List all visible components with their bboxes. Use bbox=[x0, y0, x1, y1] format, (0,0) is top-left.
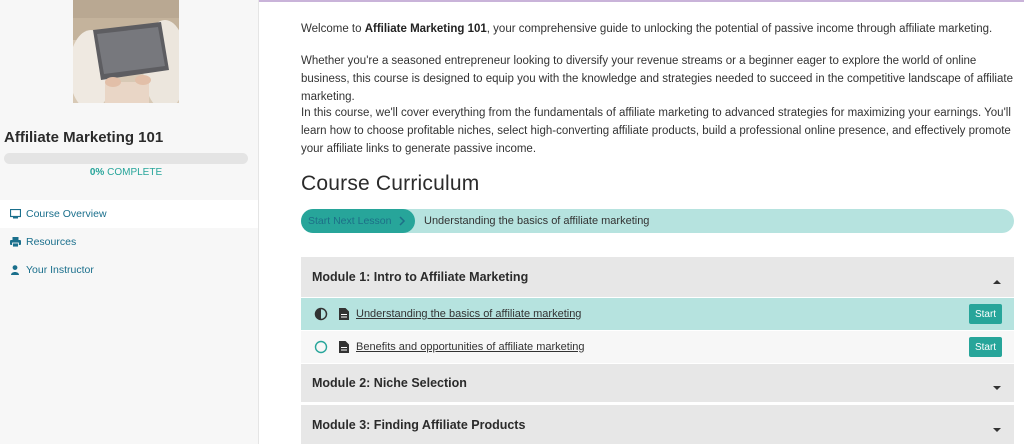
caret-down-icon bbox=[993, 422, 1001, 432]
lesson-link[interactable]: Understanding the basics of affiliate ma… bbox=[356, 308, 581, 320]
sidebar-item-label: Resources bbox=[26, 236, 77, 248]
sidebar-item-label: Your Instructor bbox=[26, 264, 94, 276]
module-title: Module 3: Finding Affiliate Products bbox=[312, 417, 526, 432]
start-next-lesson-button[interactable]: Start Next Lesson bbox=[301, 209, 415, 233]
intro-paragraph-1: Welcome to Affiliate Marketing 101, your… bbox=[301, 20, 1015, 38]
next-lesson-title: Understanding the basics of affiliate ma… bbox=[424, 215, 650, 227]
module-1-header[interactable]: Module 1: Intro to Affiliate Marketing bbox=[301, 257, 1014, 297]
document-icon bbox=[339, 308, 349, 320]
lesson-row[interactable]: Understanding the basics of affiliate ma… bbox=[301, 298, 1014, 330]
progress-value: 0% bbox=[89, 167, 105, 178]
intro-text: Welcome to bbox=[301, 23, 365, 35]
progress-bar bbox=[4, 153, 248, 164]
empty-circle-icon bbox=[314, 340, 328, 354]
intro-text: , your comprehensive guide to unlocking … bbox=[486, 23, 993, 35]
start-lesson-button[interactable]: Start bbox=[969, 337, 1002, 357]
intro-paragraph-2: Whether you're a seasoned entrepreneur l… bbox=[301, 55, 1013, 103]
module-title: Module 2: Niche Selection bbox=[312, 376, 467, 390]
intro-course-name: Affiliate Marketing 101 bbox=[364, 23, 487, 35]
progress-suffix: COMPLETE bbox=[107, 167, 163, 178]
module-3-header[interactable]: Module 3: Finding Affiliate Products bbox=[301, 405, 1014, 444]
course-sidebar: Affiliate Marketing 101 0% COMPLETE Cour… bbox=[0, 0, 259, 444]
half-circle-progress-icon bbox=[314, 307, 328, 321]
progress-label: 0% COMPLETE bbox=[4, 167, 248, 178]
sidebar-item-your-instructor[interactable]: Your Instructor bbox=[0, 256, 258, 284]
user-icon bbox=[9, 264, 21, 276]
start-next-lesson-label: Start Next Lesson bbox=[308, 215, 392, 227]
caret-down-icon bbox=[993, 380, 1001, 390]
curriculum-heading: Course Curriculum bbox=[301, 172, 480, 195]
document-icon bbox=[339, 341, 349, 353]
printer-icon bbox=[9, 236, 21, 248]
sidebar-item-resources[interactable]: Resources bbox=[0, 228, 258, 256]
start-lesson-button[interactable]: Start bbox=[969, 304, 1002, 324]
lesson-link[interactable]: Benefits and opportunities of affiliate … bbox=[356, 341, 585, 353]
sidebar-item-course-overview[interactable]: Course Overview bbox=[0, 200, 258, 228]
module-title: Module 1: Intro to Affiliate Marketing bbox=[312, 270, 529, 284]
course-thumbnail bbox=[73, 0, 179, 103]
lesson-row[interactable]: Benefits and opportunities of affiliate … bbox=[301, 331, 1014, 363]
caret-up-icon bbox=[993, 274, 1001, 284]
sidebar-nav: Course Overview Resources Your Instructo… bbox=[0, 200, 258, 284]
intro-paragraph-3: In this course, we'll cover everything f… bbox=[301, 107, 1011, 155]
course-title: Affiliate Marketing 101 bbox=[4, 129, 164, 146]
sidebar-item-label: Course Overview bbox=[26, 208, 107, 220]
monitor-icon bbox=[9, 208, 21, 220]
chevron-right-icon bbox=[397, 215, 407, 227]
next-lesson-bar: Start Next Lesson Understanding the basi… bbox=[301, 209, 1014, 233]
module-2-header[interactable]: Module 2: Niche Selection bbox=[301, 364, 1014, 402]
